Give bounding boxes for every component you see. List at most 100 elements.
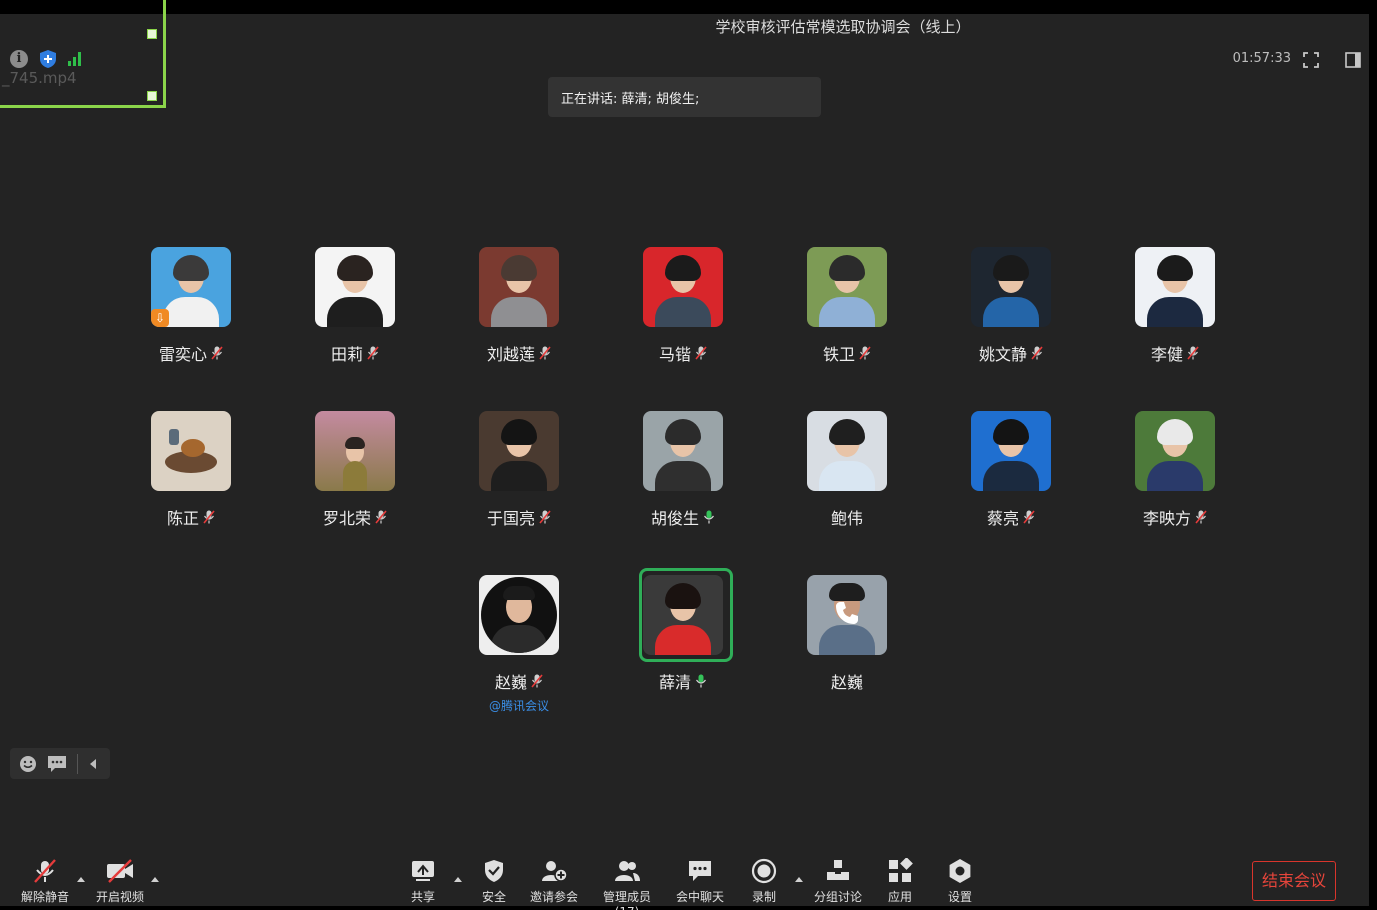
participant-avatar[interactable] [807, 411, 887, 491]
audio-options-caret[interactable] [77, 877, 85, 882]
participant-avatar[interactable] [479, 411, 559, 491]
participant-tile[interactable]: 马锴 [601, 247, 765, 365]
participant-tile[interactable]: 李健 [1093, 247, 1257, 365]
participant-name: 于国亮 [486, 509, 535, 528]
manage-members-button[interactable]: 管理成员(17) [592, 858, 662, 910]
share-options-caret[interactable] [454, 877, 462, 882]
mic-speaking-icon [704, 510, 714, 524]
mic-muted-icon [539, 346, 551, 360]
end-meeting-button[interactable]: 结束会议 [1252, 861, 1336, 901]
participant-name-row: 胡俊生 [601, 505, 765, 529]
chat-icon [689, 861, 711, 881]
window-right-edge [1369, 0, 1377, 910]
participant-tile[interactable]: 陈正 [109, 411, 273, 529]
participant-name: 赵巍 [494, 673, 527, 692]
participant-tile[interactable]: 罗北荣 [273, 411, 437, 529]
record-icon [751, 858, 777, 884]
start-video-button[interactable]: 开启视频 [95, 858, 145, 905]
share-button[interactable]: 共享 [405, 858, 441, 905]
participant-name-row: 马锴 [601, 341, 765, 365]
participant-name: 李映方 [1142, 509, 1191, 528]
resize-handle-top-right[interactable] [147, 29, 157, 39]
collapse-left-icon[interactable] [88, 758, 98, 770]
participant-avatar[interactable] [479, 575, 559, 655]
participant-tile[interactable]: 胡俊生 [601, 411, 765, 529]
speaking-indicator: 正在讲话: 薛清; 胡俊生; [548, 77, 821, 117]
meeting-window: 学校审核评估常模选取协调会（线上） i _745.mp4 01:57:33 正在… [0, 0, 1369, 910]
participant-name: 马锴 [658, 345, 691, 364]
participant-name: 姚文静 [978, 345, 1027, 364]
participant-avatar[interactable] [807, 575, 887, 655]
security-label: 安全 [481, 890, 506, 904]
breakout-rooms-button[interactable]: 分组讨论 [814, 858, 862, 905]
participant-tile[interactable]: 刘越莲 [437, 247, 601, 365]
participant-tile[interactable]: 薛清 [601, 568, 765, 693]
participant-tile[interactable]: 李映方 [1093, 411, 1257, 529]
participant-name-row: 薛清 [601, 669, 765, 693]
participant-name: 罗北荣 [322, 509, 371, 528]
unmute-button[interactable]: 解除静音 [20, 858, 70, 905]
record-options-caret[interactable] [795, 877, 803, 882]
participant-subtitle: @腾讯会议 [488, 699, 549, 713]
participant-avatar[interactable] [643, 411, 723, 491]
participant-tile[interactable]: 赵巍 [765, 575, 929, 693]
video-options-caret[interactable] [151, 877, 159, 882]
participant-avatar[interactable] [479, 247, 559, 327]
chat-button[interactable]: 会中聊天 [676, 858, 724, 905]
participant-avatar[interactable] [315, 247, 395, 327]
participant-tile[interactable]: 铁卫 [765, 247, 929, 365]
mic-muted-icon [1187, 346, 1199, 360]
mic-muted-icon [859, 346, 871, 360]
info-icon[interactable]: i [10, 50, 28, 68]
add-user-icon [542, 861, 568, 882]
participant-avatar[interactable] [807, 247, 887, 327]
record-button[interactable]: 录制 [746, 858, 782, 905]
record-label: 录制 [751, 890, 776, 904]
invite-label: 邀请参会 [529, 890, 578, 904]
participant-tile[interactable]: 于国亮 [437, 411, 601, 529]
fullscreen-icon[interactable] [1303, 52, 1319, 68]
participant-name-row: 姚文静 [929, 341, 1093, 365]
shield-icon[interactable] [40, 50, 56, 68]
participant-avatar[interactable]: ⇩ [151, 247, 231, 327]
settings-button[interactable]: 设置 [942, 858, 978, 905]
phone-icon [836, 602, 858, 624]
participant-tile[interactable]: 鲍伟 [765, 411, 929, 529]
participant-name: 铁卫 [822, 345, 855, 364]
resize-handle-bottom-right[interactable] [147, 91, 157, 101]
participant-name: 田莉 [330, 345, 363, 364]
mic-speaking-icon [696, 674, 706, 688]
participant-tile[interactable]: 蔡亮 [929, 411, 1093, 529]
participant-tile[interactable]: 姚文静 [929, 247, 1093, 365]
invite-button[interactable]: 邀请参会 [528, 858, 580, 905]
mic-muted-icon [1195, 510, 1207, 524]
participant-name-row: 铁卫 [765, 341, 929, 365]
participant-avatar[interactable] [971, 247, 1051, 327]
side-panel-icon[interactable] [1345, 52, 1361, 68]
start-video-label: 开启视频 [95, 890, 144, 904]
participant-avatar[interactable] [643, 575, 723, 655]
participant-avatar[interactable] [1135, 247, 1215, 327]
members-icon [615, 861, 640, 881]
mic-off-icon [34, 859, 56, 883]
breakout-rooms-icon [827, 860, 849, 880]
participant-name: 陈正 [166, 509, 199, 528]
participant-name-row: 刘越莲 [437, 341, 601, 365]
participant-tile[interactable]: ⇩ 雷奕心 [109, 247, 273, 365]
emoji-icon[interactable] [19, 755, 37, 773]
participant-tile[interactable]: 田莉 [273, 247, 437, 365]
chat-bubble-icon[interactable] [47, 755, 67, 773]
signal-icon[interactable] [68, 52, 81, 66]
participant-avatar[interactable] [971, 411, 1051, 491]
mic-muted-icon [695, 346, 707, 360]
participant-name: 胡俊生 [650, 509, 699, 528]
participant-avatar[interactable] [1135, 411, 1215, 491]
participant-tile[interactable]: 赵巍 @腾讯会议 [437, 575, 601, 714]
participant-avatar[interactable] [151, 411, 231, 491]
participant-avatar[interactable] [643, 247, 723, 327]
security-button[interactable]: 安全 [476, 858, 512, 905]
apps-button[interactable]: 应用 [882, 858, 918, 905]
meeting-title: 学校审核评估常模选取协调会（线上） [715, 18, 971, 36]
participant-avatar[interactable] [315, 411, 395, 491]
share-label: 共享 [410, 890, 435, 904]
